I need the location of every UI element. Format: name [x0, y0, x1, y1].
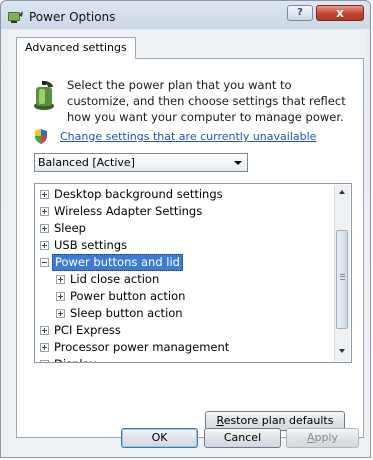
- tree-item-label: Desktop background settings: [54, 187, 223, 201]
- power-plan-dropdown[interactable]: Balanced [Active]: [34, 153, 248, 172]
- power-options-icon: [7, 9, 23, 23]
- dialog-client: Advanced settings Select the power plan …: [8, 31, 365, 452]
- collapse-minus-icon[interactable]: [40, 258, 49, 267]
- settings-tree[interactable]: Desktop background settings Wireless Adap…: [34, 183, 352, 363]
- tree-item-label: Sleep button action: [70, 306, 183, 320]
- power-plan-icon: [31, 79, 57, 111]
- chevron-down-icon: [234, 161, 242, 165]
- scroll-down-arrow-icon[interactable]: [339, 349, 345, 353]
- expand-plus-icon[interactable]: [40, 190, 49, 199]
- ok-button[interactable]: OK: [121, 428, 198, 448]
- tree-item-label: Power buttons and lid: [52, 254, 183, 271]
- expand-plus-icon[interactable]: [40, 343, 49, 352]
- tab-advanced-settings[interactable]: Advanced settings: [16, 37, 136, 59]
- expand-plus-icon[interactable]: [40, 360, 49, 362]
- advanced-settings-panel: Select the power plan that you want to c…: [16, 58, 364, 438]
- expand-plus-icon[interactable]: [40, 326, 49, 335]
- help-button[interactable]: ?: [287, 5, 313, 21]
- tree-scrollbar[interactable]: [334, 185, 350, 361]
- apply-button[interactable]: Apply: [286, 428, 359, 448]
- expand-plus-icon[interactable]: [56, 275, 65, 284]
- shield-icon: [34, 129, 48, 144]
- power-options-window: Power Options ? x Advanced settings Sele…: [0, 0, 371, 458]
- restore-label: estore plan defaults: [223, 414, 334, 427]
- expand-plus-icon[interactable]: [56, 292, 65, 301]
- change-unavailable-settings-link[interactable]: Change settings that are currently unava…: [60, 130, 316, 143]
- expand-plus-icon[interactable]: [40, 207, 49, 216]
- tree-item-label: USB settings: [54, 238, 128, 252]
- intro-text: Select the power plan that you want to c…: [67, 78, 346, 124]
- expand-plus-icon[interactable]: [56, 309, 65, 318]
- cancel-button[interactable]: Cancel: [204, 428, 281, 448]
- close-button[interactable]: x: [316, 5, 364, 21]
- restore-hotkey-letter: R: [216, 414, 224, 427]
- tree-item-label: Sleep: [54, 221, 86, 235]
- tree-item-label: Lid close action: [70, 272, 160, 286]
- window-title: Power Options: [29, 10, 116, 24]
- tree-item-label: Processor power management: [54, 340, 230, 354]
- title-bar: Power Options ? x: [1, 1, 370, 31]
- expand-plus-icon[interactable]: [40, 224, 49, 233]
- tree-item-label: PCI Express: [54, 323, 121, 337]
- scroll-thumb[interactable]: [336, 230, 348, 329]
- tree-item-label: Power button action: [70, 289, 186, 303]
- power-plan-selected-value: Balanced [Active]: [38, 156, 135, 169]
- apply-label: pply: [314, 431, 339, 444]
- scroll-up-arrow-icon[interactable]: [339, 190, 345, 194]
- expand-plus-icon[interactable]: [40, 241, 49, 250]
- apply-hotkey-letter: A: [306, 431, 315, 444]
- tree-item-label: Display: [54, 356, 96, 362]
- grip-icon: [340, 274, 345, 280]
- tree-item-label: Wireless Adapter Settings: [54, 204, 203, 218]
